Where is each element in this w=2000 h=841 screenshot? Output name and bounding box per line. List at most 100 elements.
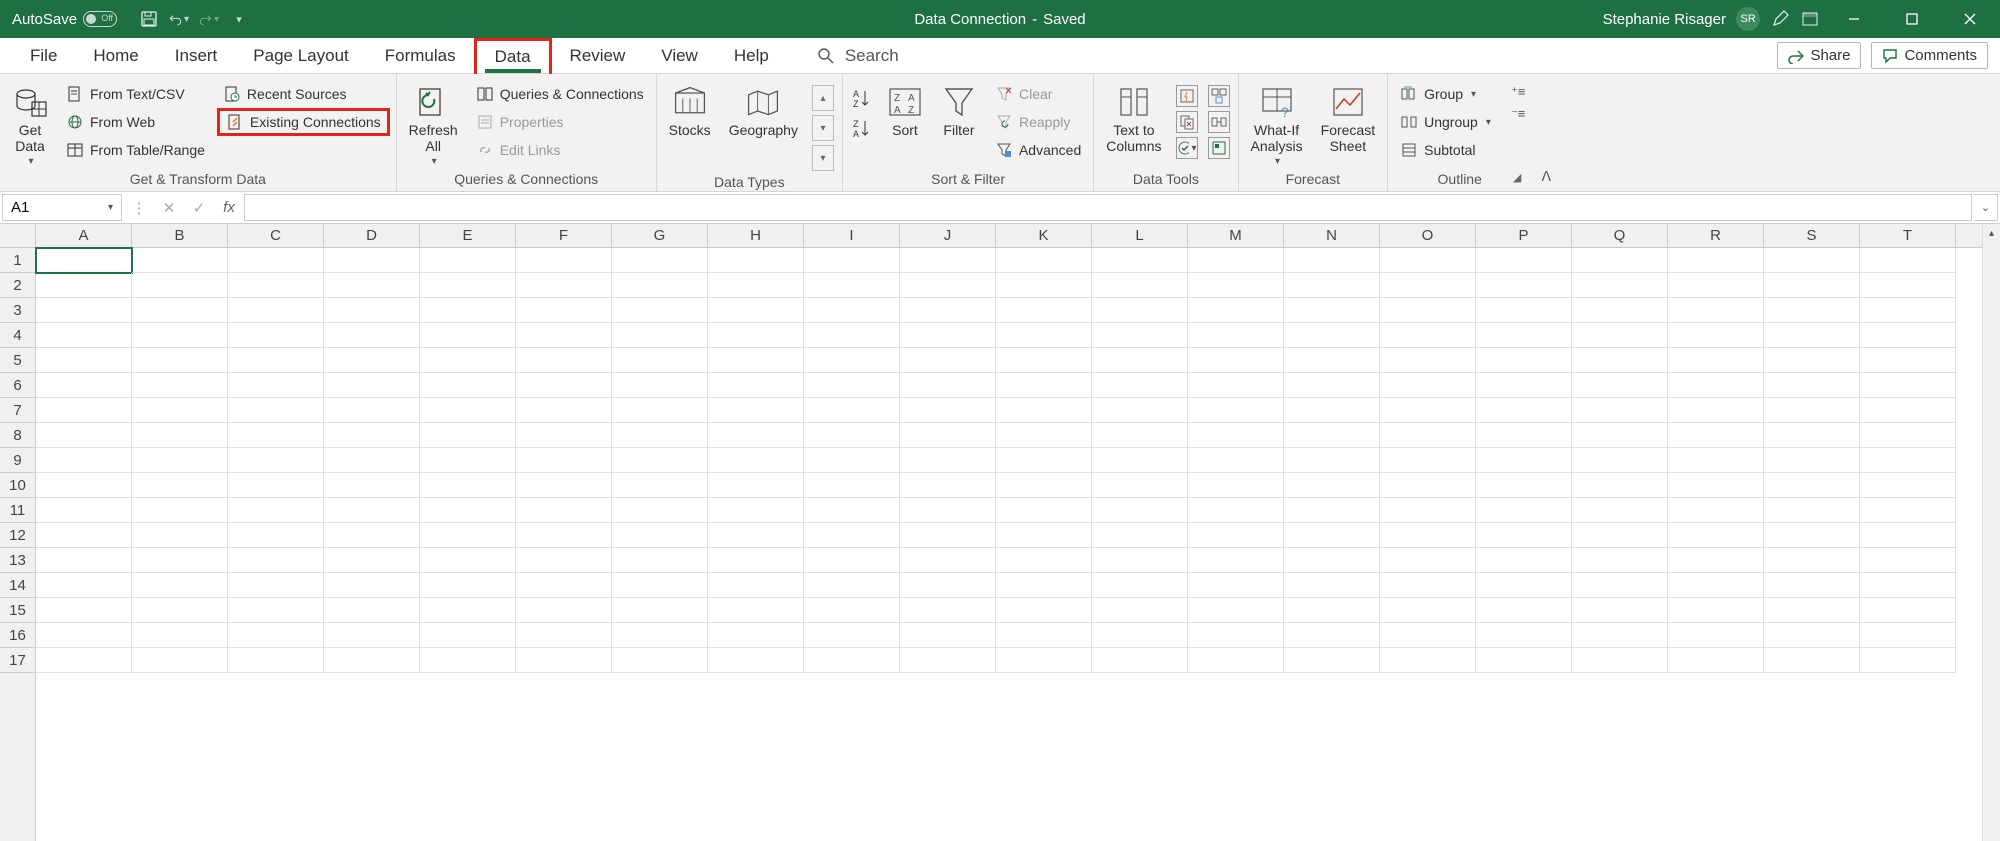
cell[interactable] <box>900 423 996 448</box>
avatar[interactable]: SR <box>1736 7 1760 31</box>
cell[interactable] <box>708 523 804 548</box>
cell[interactable] <box>612 648 708 673</box>
cell[interactable] <box>900 248 996 273</box>
vertical-scrollbar[interactable]: ▴ <box>1982 224 2000 841</box>
cell[interactable] <box>324 623 420 648</box>
cell[interactable] <box>132 448 228 473</box>
cell[interactable] <box>1188 598 1284 623</box>
cell[interactable] <box>36 623 132 648</box>
cell[interactable] <box>1476 323 1572 348</box>
cell[interactable] <box>900 373 996 398</box>
cell[interactable] <box>228 548 324 573</box>
cell[interactable] <box>1284 473 1380 498</box>
cell[interactable] <box>132 548 228 573</box>
cell[interactable] <box>324 423 420 448</box>
column-header[interactable]: G <box>612 224 708 247</box>
cell[interactable] <box>1476 623 1572 648</box>
cell[interactable] <box>36 373 132 398</box>
tab-view[interactable]: View <box>643 38 716 74</box>
cell[interactable] <box>1668 523 1764 548</box>
relationships-icon[interactable] <box>1208 111 1230 133</box>
cell[interactable] <box>708 648 804 673</box>
cell[interactable] <box>1092 573 1188 598</box>
cell[interactable] <box>708 273 804 298</box>
cell[interactable] <box>612 298 708 323</box>
cell[interactable] <box>1092 298 1188 323</box>
cell[interactable] <box>1380 598 1476 623</box>
cell[interactable] <box>1284 273 1380 298</box>
cell[interactable] <box>516 248 612 273</box>
cell[interactable] <box>1860 398 1956 423</box>
select-all-corner[interactable] <box>0 224 36 248</box>
cell[interactable] <box>1572 448 1668 473</box>
cell[interactable] <box>1764 598 1860 623</box>
column-header[interactable]: A <box>36 224 132 247</box>
cell[interactable] <box>612 498 708 523</box>
cell[interactable] <box>1572 273 1668 298</box>
cell[interactable] <box>36 398 132 423</box>
cell[interactable] <box>1092 473 1188 498</box>
sort-asc-button[interactable]: AZ <box>849 84 875 112</box>
cell[interactable] <box>132 298 228 323</box>
cell[interactable] <box>228 573 324 598</box>
column-header[interactable]: M <box>1188 224 1284 247</box>
cell[interactable] <box>36 298 132 323</box>
tab-file[interactable]: File <box>12 38 75 74</box>
cell[interactable] <box>1476 273 1572 298</box>
cell[interactable] <box>324 523 420 548</box>
cell[interactable] <box>1860 323 1956 348</box>
cell[interactable] <box>516 423 612 448</box>
cell[interactable] <box>516 498 612 523</box>
row-header[interactable]: 2 <box>0 273 35 298</box>
column-header[interactable]: Q <box>1572 224 1668 247</box>
cell[interactable] <box>1860 648 1956 673</box>
cell[interactable] <box>1188 523 1284 548</box>
cell[interactable] <box>36 523 132 548</box>
cell[interactable] <box>420 373 516 398</box>
cell[interactable] <box>132 348 228 373</box>
close-button[interactable] <box>1946 0 1994 38</box>
cell[interactable] <box>708 398 804 423</box>
cell[interactable] <box>324 598 420 623</box>
geography-button[interactable]: Geography <box>723 80 804 138</box>
cell[interactable] <box>1572 523 1668 548</box>
cell[interactable] <box>1860 248 1956 273</box>
cell[interactable] <box>1572 548 1668 573</box>
cell[interactable] <box>1764 423 1860 448</box>
cell[interactable] <box>996 423 1092 448</box>
cell[interactable] <box>1284 573 1380 598</box>
cell[interactable] <box>1188 373 1284 398</box>
cell[interactable] <box>132 273 228 298</box>
cell[interactable] <box>228 323 324 348</box>
column-header[interactable]: R <box>1668 224 1764 247</box>
cell[interactable] <box>804 523 900 548</box>
cell[interactable] <box>996 298 1092 323</box>
subtotal-button[interactable]: Subtotal <box>1394 136 1497 164</box>
cell[interactable] <box>1668 323 1764 348</box>
cell[interactable] <box>1284 348 1380 373</box>
cell[interactable] <box>708 323 804 348</box>
cell[interactable] <box>1380 548 1476 573</box>
row-header[interactable]: 14 <box>0 573 35 598</box>
cell[interactable] <box>420 298 516 323</box>
cell[interactable] <box>516 573 612 598</box>
cell[interactable] <box>708 498 804 523</box>
cell[interactable] <box>1764 248 1860 273</box>
cell[interactable] <box>1764 623 1860 648</box>
cell[interactable] <box>1188 248 1284 273</box>
cell[interactable] <box>1668 373 1764 398</box>
forecast-sheet-button[interactable]: Forecast Sheet <box>1315 80 1381 154</box>
comments-button[interactable]: Comments <box>1871 42 1988 69</box>
row-header[interactable]: 10 <box>0 473 35 498</box>
cell[interactable] <box>1188 473 1284 498</box>
cell[interactable] <box>996 473 1092 498</box>
cell[interactable] <box>900 523 996 548</box>
sort-desc-button[interactable]: ZA <box>849 114 875 142</box>
edit-links-button[interactable]: Edit Links <box>470 136 650 164</box>
cell[interactable] <box>228 598 324 623</box>
cell[interactable] <box>1284 398 1380 423</box>
row-header[interactable]: 9 <box>0 448 35 473</box>
cells-area[interactable] <box>36 248 1982 841</box>
cell[interactable] <box>228 423 324 448</box>
column-header[interactable]: F <box>516 224 612 247</box>
